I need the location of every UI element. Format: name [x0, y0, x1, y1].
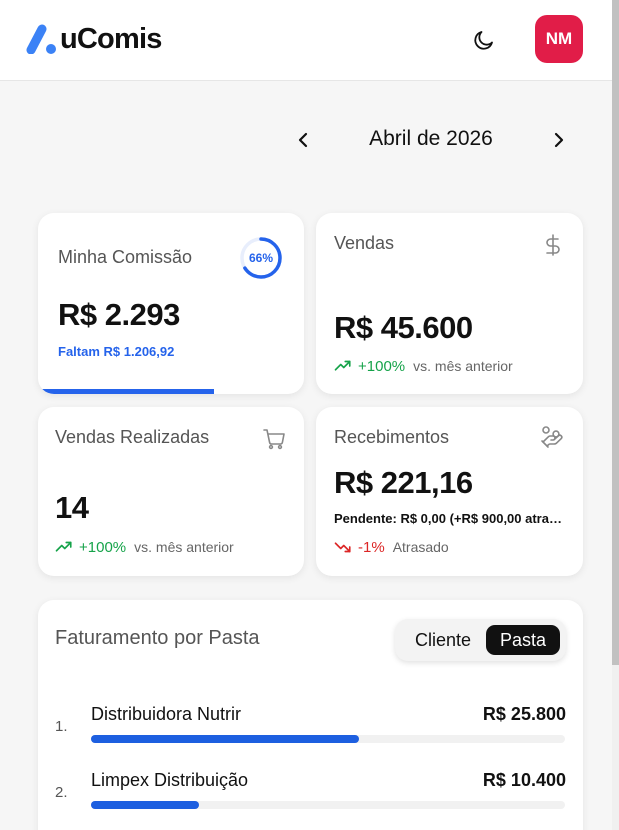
ranking-row[interactable]: 2. Limpex Distribuição R$ 10.400	[55, 770, 566, 822]
chevron-right-icon	[554, 132, 564, 148]
pending-text: Pendente: R$ 0,00 (+R$ 900,00 atrasado)	[334, 511, 566, 526]
sales-card[interactable]: Vendas R$ 45.600 +100% vs. mês anterior	[316, 213, 583, 394]
toggle-cliente[interactable]: Cliente	[403, 625, 483, 655]
panel-title: Faturamento por Pasta	[55, 627, 260, 649]
scrollbar[interactable]	[612, 0, 619, 830]
trend-comparison: Atrasado	[392, 539, 449, 555]
rank-track	[91, 801, 565, 809]
rank-name: Limpex Distribuição	[91, 770, 249, 790]
logo-mark-icon	[26, 24, 56, 54]
trend-comparison: vs. mês anterior	[413, 358, 513, 374]
card-title: Recebimentos	[334, 427, 450, 447]
toggle-pasta[interactable]: Pasta	[486, 625, 560, 655]
receivables-trend: -1% Atrasado	[334, 538, 449, 556]
completed-sales-trend: +100% vs. mês anterior	[55, 538, 234, 556]
logo-text: uComis	[60, 23, 162, 55]
rank-name: Distribuidora Nutrir	[91, 704, 242, 724]
progress-percent: 66%	[248, 251, 274, 265]
rank-value: R$ 25.800	[482, 704, 566, 724]
theme-toggle-button[interactable]	[470, 26, 498, 54]
trend-percent: +100%	[358, 357, 406, 375]
month-navigator: Abril de 2026	[290, 120, 580, 160]
app-header: uComis NM	[0, 0, 612, 81]
next-month-button[interactable]	[546, 128, 570, 152]
moon-icon	[474, 31, 493, 50]
ranking-row[interactable]: 1. Distribuidora Nutrir R$ 25.800	[55, 704, 566, 756]
rank-number: 2.	[55, 784, 68, 801]
sales-trend: +100% vs. mês anterior	[334, 357, 513, 375]
trend-up-icon	[55, 541, 72, 552]
receivables-value: R$ 221,16	[334, 465, 473, 500]
rank-value: R$ 10.400	[482, 770, 566, 790]
dollar-icon	[546, 234, 560, 256]
sales-value: R$ 45.600	[334, 310, 473, 345]
hand-coins-icon	[541, 426, 563, 448]
rank-bar	[91, 801, 200, 809]
avatar[interactable]: NM	[535, 15, 583, 63]
receivables-card[interactable]: Recebimentos R$ 221,16 Pendente: R$ 0,00…	[316, 407, 583, 576]
month-label: Abril de 2026	[369, 127, 493, 150]
trend-down-icon	[334, 542, 351, 553]
commission-progress-bar	[38, 389, 214, 394]
scrollbar-thumb[interactable]	[612, 0, 619, 665]
rank-bar	[91, 735, 359, 743]
remaining-text: Faltam R$ 1.206,92	[58, 344, 175, 359]
trend-percent: -1%	[358, 538, 385, 556]
view-toggle: Cliente Pasta	[395, 619, 566, 661]
completed-sales-value: 14	[55, 490, 89, 525]
card-title: Vendas Realizadas	[55, 427, 210, 447]
trend-comparison: vs. mês anterior	[134, 539, 234, 555]
trend-percent: +100%	[79, 538, 127, 556]
completed-sales-card[interactable]: Vendas Realizadas 14 +100% vs. mês anter…	[38, 407, 304, 576]
billing-by-folder-panel: Faturamento por Pasta Cliente Pasta 1. D…	[38, 600, 583, 830]
card-title: Minha Comissão	[58, 247, 193, 267]
cart-icon	[263, 429, 285, 450]
logo[interactable]: uComis	[25, 22, 162, 56]
commission-value: R$ 2.293	[58, 297, 180, 332]
trend-up-icon	[334, 360, 351, 371]
rank-number: 1.	[55, 718, 68, 735]
card-title: Vendas	[334, 233, 395, 253]
rank-track	[91, 735, 565, 743]
